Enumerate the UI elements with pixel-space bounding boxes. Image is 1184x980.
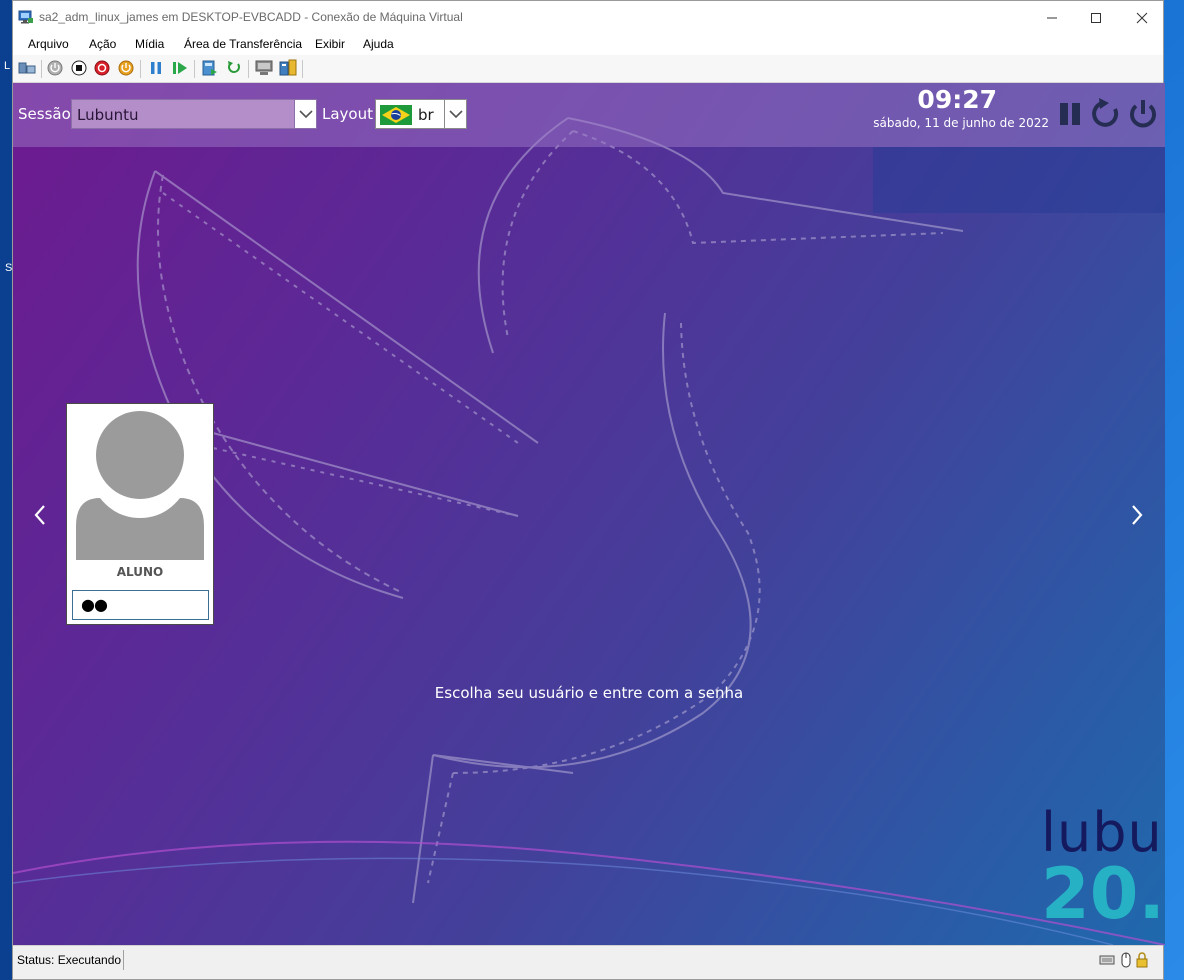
password-input[interactable]: ●● [72, 590, 209, 620]
chevron-down-icon [298, 110, 313, 119]
previous-user-arrow-icon[interactable] [30, 503, 50, 527]
toolbar-separator [41, 60, 42, 78]
checkpoint-icon[interactable] [201, 59, 219, 77]
brazil-flag-icon [380, 105, 412, 125]
pause-icon[interactable] [147, 59, 165, 77]
vm-screen[interactable]: Sessão Lubuntu Layout br 09:27 sábado, 1… [13, 83, 1165, 945]
toolbar-separator [140, 60, 141, 78]
close-button[interactable] [1119, 5, 1165, 31]
keyboard-icon [1099, 955, 1115, 965]
lubuntu-version-text: 20.04 [1041, 853, 1165, 935]
share-icon[interactable] [279, 59, 297, 77]
minimize-icon [1047, 17, 1057, 19]
chevron-down-icon [448, 110, 463, 119]
session-value: Lubuntu [77, 106, 139, 124]
mouse-icon [1121, 952, 1131, 968]
clock-date: sábado, 11 de junho de 2022 [873, 116, 1049, 130]
resume-icon[interactable] [171, 59, 189, 77]
toolbar-separator [248, 60, 249, 78]
login-hint-text: Escolha seu usuário e entre com a senha [434, 684, 744, 702]
keyboard-layout-select[interactable]: br [375, 99, 467, 129]
menu-bar: Arquivo Ação Mídia Área de Transferência… [13, 33, 1163, 55]
toolbar-separator [302, 60, 303, 78]
wallpaper-band [873, 147, 1165, 213]
login-top-bar: Sessão Lubuntu Layout br 09:27 sábado, 1… [13, 83, 1165, 147]
session-dropdown-button[interactable] [294, 100, 316, 128]
turn-off-icon[interactable] [70, 59, 88, 77]
revert-icon[interactable] [225, 59, 243, 77]
close-icon [1136, 12, 1148, 24]
user-card[interactable]: ALUNO ●● [66, 403, 214, 625]
toolbar-separator [194, 60, 195, 78]
menu-area-de-transferencia[interactable]: Área de Transferência [184, 37, 302, 51]
desktop-icon-label: L [4, 60, 11, 72]
vm-connection-window: sa2_adm_linux_james em DESKTOP-EVBCADD -… [12, 0, 1165, 980]
session-label: Sessão [18, 105, 71, 123]
status-text: Status: Executando [17, 953, 122, 967]
save-icon[interactable] [117, 59, 135, 77]
maximize-icon [1091, 13, 1101, 23]
suspend-icon[interactable] [1053, 97, 1087, 131]
toolbar [13, 55, 1163, 83]
desktop-background [0, 0, 12, 980]
maximize-button[interactable] [1073, 5, 1119, 31]
start-icon[interactable] [46, 59, 64, 77]
session-select[interactable]: Lubuntu [71, 99, 317, 129]
user-name-label: ALUNO [116, 565, 164, 579]
next-user-arrow-icon[interactable] [1127, 503, 1147, 527]
reboot-icon[interactable] [1089, 97, 1123, 131]
vm-connection-icon [18, 10, 33, 24]
enhanced-session-icon[interactable] [255, 59, 273, 77]
minimize-button[interactable] [1029, 5, 1075, 31]
ctrl-alt-del-icon[interactable] [18, 59, 36, 77]
layout-label: Layout [322, 105, 373, 123]
layout-dropdown-button[interactable] [444, 100, 466, 128]
menu-acao[interactable]: Ação [89, 37, 116, 51]
shutdown-icon[interactable] [93, 59, 111, 77]
title-bar: sa2_adm_linux_james em DESKTOP-EVBCADD -… [13, 1, 1163, 33]
status-separator [123, 950, 124, 970]
menu-arquivo[interactable]: Arquivo [28, 37, 69, 51]
window-title: sa2_adm_linux_james em DESKTOP-EVBCADD -… [39, 10, 463, 24]
user-avatar-icon [76, 411, 204, 560]
clock-time: 09:27 [917, 85, 997, 114]
password-value: ●● [81, 595, 108, 614]
menu-midia[interactable]: Mídia [135, 37, 164, 51]
layout-value: br [418, 106, 434, 124]
lock-icon [1136, 952, 1148, 968]
menu-ajuda[interactable]: Ajuda [363, 37, 394, 51]
power-off-icon[interactable] [1126, 97, 1160, 131]
menu-exibir[interactable]: Exibir [315, 37, 345, 51]
status-bar: Status: Executando [13, 945, 1163, 973]
